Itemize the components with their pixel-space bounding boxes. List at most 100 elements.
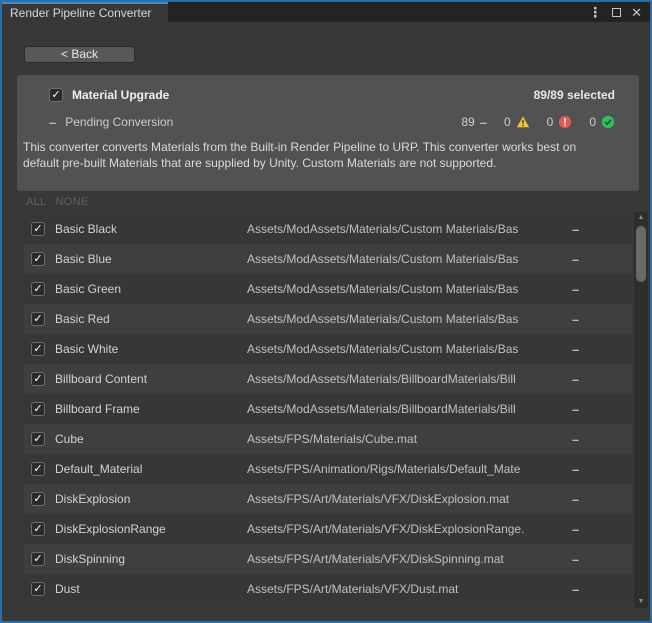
converter-header-row: ✓ Material Upgrade 89/89 selected bbox=[49, 88, 615, 102]
row-status-dash-icon: – bbox=[572, 312, 632, 327]
row-checkbox[interactable]: ✓ bbox=[31, 582, 45, 596]
render-pipeline-converter-window: Render Pipeline Converter ⋮ ✕ < Back ✓ M… bbox=[0, 0, 652, 623]
converter-description: This converter converts Materials from t… bbox=[23, 139, 595, 171]
material-name: Basic Black bbox=[55, 222, 247, 236]
table-row[interactable]: ✓ Basic Black Assets/ModAssets/Materials… bbox=[24, 214, 632, 244]
material-name: Basic Blue bbox=[55, 252, 247, 266]
table-row[interactable]: ✓ Billboard Frame Assets/ModAssets/Mater… bbox=[24, 394, 632, 424]
error-count: 0 bbox=[547, 115, 554, 129]
table-row[interactable]: ✓ Billboard Content Assets/ModAssets/Mat… bbox=[24, 364, 632, 394]
material-path: Assets/ModAssets/Materials/BillboardMate… bbox=[247, 372, 572, 386]
warning-count: 0 bbox=[504, 115, 511, 129]
material-name: Basic Green bbox=[55, 282, 247, 296]
material-name: Cube bbox=[55, 432, 247, 446]
row-checkbox[interactable]: ✓ bbox=[31, 552, 45, 566]
row-checkbox[interactable]: ✓ bbox=[31, 492, 45, 506]
close-icon[interactable]: ✕ bbox=[631, 6, 642, 19]
row-checkbox[interactable]: ✓ bbox=[31, 372, 45, 386]
row-checkbox[interactable]: ✓ bbox=[31, 222, 45, 236]
material-name: Billboard Frame bbox=[55, 402, 247, 416]
material-path: Assets/ModAssets/Materials/Custom Materi… bbox=[247, 222, 572, 236]
pending-conversion-row[interactable]: – Pending Conversion 89 – 0 bbox=[49, 115, 615, 129]
pending-stats: 89 – 0 0 bbox=[461, 115, 615, 129]
table-row[interactable]: ✓ Basic Blue Assets/ModAssets/Materials/… bbox=[24, 244, 632, 274]
table-row[interactable]: ✓ Default_Material Assets/FPS/Animation/… bbox=[24, 454, 632, 484]
window-menu-icon[interactable]: ⋮ bbox=[588, 5, 602, 19]
titlebar-icons: ⋮ ✕ bbox=[588, 2, 650, 22]
check-icon: ✓ bbox=[33, 524, 42, 535]
check-icon: ✓ bbox=[51, 90, 60, 101]
material-path: Assets/ModAssets/Materials/Custom Materi… bbox=[247, 252, 572, 266]
selected-summary: 89/89 selected bbox=[534, 88, 615, 102]
material-name: DiskSpinning bbox=[55, 552, 247, 566]
table-row[interactable]: ✓ Cube Assets/FPS/Materials/Cube.mat – bbox=[24, 424, 632, 454]
scroll-track[interactable] bbox=[634, 224, 648, 596]
table-row[interactable]: ✓ DiskExplosionRange Assets/FPS/Art/Mate… bbox=[24, 514, 632, 544]
table-row[interactable]: ✓ Basic Red Assets/ModAssets/Materials/C… bbox=[24, 304, 632, 334]
check-icon: ✓ bbox=[33, 464, 42, 475]
material-name: DiskExplosion bbox=[55, 492, 247, 506]
material-path: Assets/ModAssets/Materials/Custom Materi… bbox=[247, 312, 572, 326]
check-icon: ✓ bbox=[33, 224, 42, 235]
material-name: Dust bbox=[55, 582, 247, 596]
row-status-dash-icon: – bbox=[572, 222, 632, 237]
maximize-icon[interactable] bbox=[612, 6, 621, 19]
row-checkbox[interactable]: ✓ bbox=[31, 432, 45, 446]
error-icon bbox=[558, 115, 572, 129]
material-path: Assets/ModAssets/Materials/BillboardMate… bbox=[247, 402, 572, 416]
row-checkbox[interactable]: ✓ bbox=[31, 312, 45, 326]
material-path: Assets/ModAssets/Materials/Custom Materi… bbox=[247, 342, 572, 356]
row-checkbox[interactable]: ✓ bbox=[31, 402, 45, 416]
material-path: Assets/FPS/Animation/Rigs/Materials/Defa… bbox=[247, 462, 572, 476]
row-checkbox[interactable]: ✓ bbox=[31, 282, 45, 296]
row-checkbox[interactable]: ✓ bbox=[31, 522, 45, 536]
back-button[interactable]: < Back bbox=[24, 46, 135, 63]
scroll-up-icon[interactable]: ▲ bbox=[634, 212, 648, 224]
material-name: Billboard Content bbox=[55, 372, 247, 386]
material-path: Assets/FPS/Art/Materials/VFX/DiskSpinnin… bbox=[247, 552, 572, 566]
check-icon: ✓ bbox=[33, 314, 42, 325]
row-status-dash-icon: – bbox=[572, 522, 632, 537]
check-icon: ✓ bbox=[33, 554, 42, 565]
converter-checkbox[interactable]: ✓ bbox=[49, 88, 63, 102]
warning-icon bbox=[516, 115, 530, 129]
table-row[interactable]: ✓ Basic White Assets/ModAssets/Materials… bbox=[24, 334, 632, 364]
check-icon: ✓ bbox=[33, 344, 42, 355]
selection-links: ALL NONE bbox=[26, 196, 88, 208]
scroll-down-icon[interactable]: ▼ bbox=[634, 596, 648, 608]
table-row[interactable]: ✓ DiskSpinning Assets/FPS/Art/Materials/… bbox=[24, 544, 632, 574]
converter-title: Material Upgrade bbox=[72, 88, 169, 102]
table-row[interactable]: ✓ Basic Green Assets/ModAssets/Materials… bbox=[24, 274, 632, 304]
row-status-dash-icon: – bbox=[572, 342, 632, 357]
row-checkbox[interactable]: ✓ bbox=[31, 342, 45, 356]
pending-count: 89 bbox=[461, 115, 474, 129]
material-name: DiskExplosionRange bbox=[55, 522, 247, 536]
row-status-dash-icon: – bbox=[572, 282, 632, 297]
success-icon bbox=[601, 115, 615, 129]
row-checkbox[interactable]: ✓ bbox=[31, 462, 45, 476]
row-checkbox[interactable]: ✓ bbox=[31, 252, 45, 266]
table-row[interactable]: ✓ DiskExplosion Assets/FPS/Art/Materials… bbox=[24, 484, 632, 514]
material-path: Assets/ModAssets/Materials/Custom Materi… bbox=[247, 282, 572, 296]
check-icon: ✓ bbox=[33, 374, 42, 385]
check-icon: ✓ bbox=[33, 284, 42, 295]
material-list: ✓ Basic Black Assets/ModAssets/Materials… bbox=[24, 214, 632, 604]
row-status-dash-icon: – bbox=[572, 582, 632, 597]
row-status-dash-icon: – bbox=[572, 492, 632, 507]
table-row[interactable]: ✓ Dust Assets/FPS/Art/Materials/VFX/Dust… bbox=[24, 574, 632, 604]
scroll-thumb[interactable] bbox=[636, 226, 646, 282]
tab-render-pipeline-converter[interactable]: Render Pipeline Converter bbox=[2, 2, 168, 22]
list-scrollbar[interactable]: ▲ ▼ bbox=[634, 212, 648, 608]
material-path: Assets/FPS/Art/Materials/VFX/DiskExplosi… bbox=[247, 492, 572, 506]
material-path: Assets/FPS/Materials/Cube.mat bbox=[247, 432, 572, 446]
window-content: < Back ✓ Material Upgrade 89/89 selected… bbox=[2, 22, 650, 621]
material-name: Basic Red bbox=[55, 312, 247, 326]
material-path: Assets/FPS/Art/Materials/VFX/Dust.mat bbox=[247, 582, 572, 596]
pending-dash-icon: – bbox=[480, 116, 487, 129]
select-all-button[interactable]: ALL bbox=[26, 196, 46, 208]
success-count: 0 bbox=[589, 115, 596, 129]
title-bar: Render Pipeline Converter ⋮ ✕ bbox=[2, 2, 650, 22]
check-icon: ✓ bbox=[33, 434, 42, 445]
select-none-button[interactable]: NONE bbox=[55, 196, 88, 208]
check-icon: ✓ bbox=[33, 584, 42, 595]
